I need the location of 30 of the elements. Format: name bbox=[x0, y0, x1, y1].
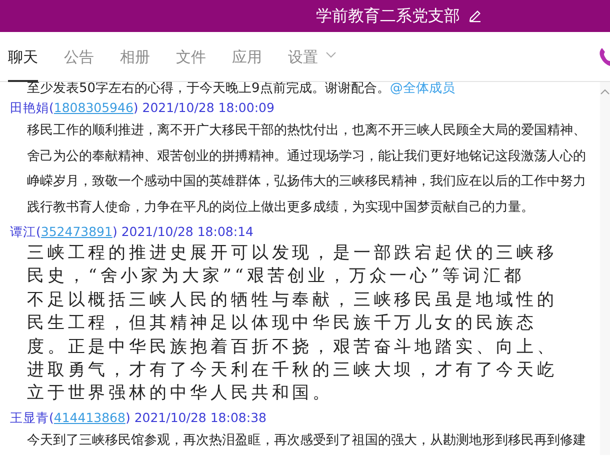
mention-link[interactable]: @全体成员 bbox=[390, 81, 455, 96]
message-text-line: 立于世界强林的中华人民共和国。 bbox=[27, 382, 334, 406]
message-text-line: 进取勇气，才有了今天利在千秋的三峡大坝，才有了今天屹 bbox=[27, 359, 558, 382]
phone-icon[interactable] bbox=[598, 46, 610, 68]
sender-id-link[interactable]: 1808305946 bbox=[54, 99, 134, 116]
message-time: ) 2021/10/28 18:00:09 bbox=[133, 99, 274, 116]
edit-icon[interactable] bbox=[468, 9, 482, 23]
message-text-line: 三峡工程的推进史展开可以发现，是一部跌宕起伏的三峡移 bbox=[27, 242, 558, 265]
group-title: 学前教育二系党支部 bbox=[316, 5, 460, 27]
message-text: 今天到了三峡移民馆参观，再次热泪盈眶，再次感受到了祖国的强大，从勘测地形到移民再到修建 bbox=[26, 432, 587, 450]
message-text-line: 民生工程，但其精神足以体现中华民族千万儿女的民族态 bbox=[27, 312, 538, 336]
sender-id-link[interactable]: 414413868 bbox=[54, 408, 126, 426]
tab[interactable]: 应用 bbox=[232, 32, 262, 82]
message-text-line: 民史，“舍小家为大家”“艰苦创业，万众一心”等词汇都 bbox=[27, 265, 526, 288]
notice-text: 至少发表50字左右的心得，于今天晚上9点前完成。谢谢配合。@全体成员 bbox=[26, 82, 456, 96]
tab[interactable]: 设置 bbox=[288, 32, 336, 82]
message-time: ) 2021/10/28 18:08:14 bbox=[112, 223, 254, 240]
sender-id-link[interactable]: 352473891 bbox=[40, 223, 112, 240]
tab[interactable]: 公告 bbox=[64, 32, 94, 82]
sender-name: 王显青( bbox=[10, 408, 54, 426]
tab[interactable]: 相册 bbox=[120, 32, 150, 82]
tab[interactable]: 聊天 bbox=[8, 32, 38, 82]
scroll-up-icon[interactable] bbox=[600, 88, 610, 96]
message-text: 移民工作的顺利推进，离不开广大移民干部的热忱付出，也离不开三峡人民顾全大局的爱国精神、舍己为公的奉献精神、艰苦创业的拼搏精神。通过现场学习，能让我们更好地铭记这段激荡人心的峥嵘岁月，致敬一个感动中国的英雄群体，弘扬伟大的三峡移民精神，我们应在以后的工作中努力践行教书育人使命，力争在平凡的岗位上做出更多成绩，为实现中国梦贡献自己的力量。 bbox=[26, 122, 587, 216]
sender-name: 田艳娟( bbox=[10, 99, 54, 116]
message-time: ) 2021/10/28 18:08:38 bbox=[125, 408, 266, 426]
tab[interactable]: 文件 bbox=[176, 32, 206, 82]
message-text-line: 不足以概括三峡人民的牺牲与奉献，三峡移民虽是地域性的 bbox=[27, 288, 558, 312]
message-text-line: 度。正是中华民族抱着百折不挠，艰苦奋斗地踏实、向上、 bbox=[27, 336, 558, 359]
sender-name: 谭江( bbox=[10, 223, 41, 240]
